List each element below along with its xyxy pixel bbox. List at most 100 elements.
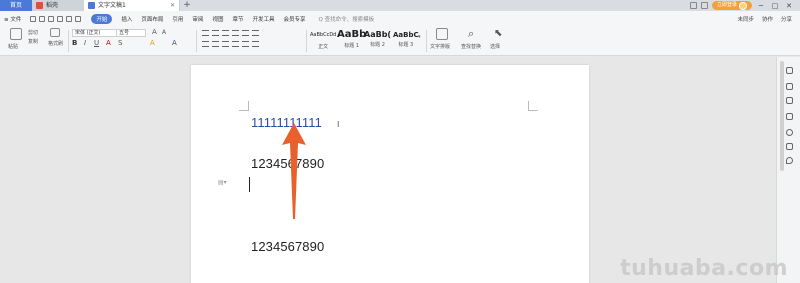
sidebar-format-icon[interactable] [786, 97, 793, 104]
login-label: 立即登录 [716, 2, 737, 8]
find-replace-button[interactable]: 查找替换 [461, 43, 481, 50]
tab-review[interactable]: 审阅 [192, 15, 203, 23]
sidebar-style-icon[interactable] [786, 67, 793, 74]
maximize-icon[interactable]: □ [770, 2, 780, 10]
style-heading-2-sample: AaBb( [364, 30, 392, 39]
format-painter-label[interactable]: 格式刷 [48, 40, 63, 47]
undo-icon[interactable] [66, 15, 73, 22]
cut-button[interactable]: 剪切 [28, 29, 38, 36]
style-heading-2[interactable]: AaBb( 标题 2 [364, 29, 391, 48]
sidebar-location-icon[interactable] [786, 157, 793, 164]
sync-status[interactable]: 未同步 [737, 15, 754, 23]
command-search[interactable]: Q 查找命令、搜索模板 [319, 15, 375, 23]
underline-button[interactable]: U [94, 39, 99, 47]
style-heading-1-label: 标题 1 [344, 43, 360, 49]
text-layout-button[interactable]: 文字排版 [430, 43, 450, 50]
tab-daoke[interactable]: 稻壳 [32, 0, 84, 11]
close-window-icon[interactable]: ✕ [784, 2, 794, 10]
tab-home[interactable]: 首页 [0, 0, 32, 11]
collaborate-button[interactable]: 协作 [762, 15, 773, 23]
document-canvas[interactable]: 11111111111 I 1234567890 ▤▾ 1234567890 [0, 57, 776, 283]
close-icon[interactable]: ✕ [170, 0, 175, 11]
daoke-icon [36, 2, 43, 9]
highlight-icon[interactable]: A [150, 39, 155, 47]
sidebar-shape-icon[interactable] [786, 113, 793, 120]
style-normal-sample: AaBbCcDd [310, 32, 337, 38]
doc-line-3[interactable]: 1234567890 [251, 239, 324, 254]
format-painter-icon[interactable] [50, 28, 60, 37]
paragraph-tools-bottom [202, 41, 259, 47]
find-icon[interactable]: ⌕ [468, 27, 474, 41]
style-heading-3[interactable]: AaBbC 标题 3 [393, 29, 419, 48]
tab-view[interactable]: 视图 [212, 15, 223, 23]
annotation-arrow-icon [282, 123, 306, 219]
tab-page-layout[interactable]: 页面布局 [141, 15, 163, 23]
vertical-scrollbar[interactable] [780, 61, 784, 171]
sort-icon[interactable] [242, 30, 249, 36]
shading-icon[interactable] [252, 41, 259, 47]
tab-document[interactable]: 文字文稿1 ✕ [84, 0, 180, 11]
align-center-icon[interactable] [212, 41, 219, 47]
outdent-icon[interactable] [222, 30, 229, 36]
strikethrough-icon[interactable]: S [118, 39, 122, 47]
style-heading-3-sample: AaBbC [393, 31, 419, 39]
tab-member[interactable]: 会员专享 [283, 15, 305, 23]
share-button[interactable]: 分享 [781, 15, 792, 23]
new-tab-button[interactable]: + [180, 0, 194, 11]
watermark: tuhuaba.com [620, 256, 788, 281]
redo-icon[interactable] [75, 15, 82, 22]
document-page[interactable]: 11111111111 I 1234567890 ▤▾ 1234567890 [191, 65, 589, 283]
style-heading-1-sample: AaBb [337, 29, 367, 40]
text-layout-icon[interactable] [436, 28, 448, 40]
styles-more-icon[interactable]: ▾ [418, 34, 421, 40]
numbering-icon[interactable] [212, 30, 219, 36]
paragraph-tools-top [202, 30, 259, 36]
show-marks-icon[interactable] [252, 30, 259, 36]
align-left-icon[interactable] [202, 41, 209, 47]
tab-insert[interactable]: 插入 [121, 15, 132, 23]
indent-icon[interactable] [232, 30, 239, 36]
style-heading-1[interactable]: AaBb 标题 1 [337, 29, 366, 49]
select-button[interactable]: 选择 [490, 43, 500, 50]
minimize-icon[interactable]: ─ [756, 2, 766, 10]
grow-font-icon[interactable]: A [152, 28, 157, 36]
export-pdf-icon[interactable] [39, 15, 46, 22]
tab-document-label: 文字文稿1 [98, 2, 126, 9]
divider [68, 30, 69, 52]
bold-button[interactable]: B [72, 39, 77, 47]
tab-start[interactable]: 开始 [91, 13, 113, 24]
font-size-select[interactable]: 五号 [116, 29, 146, 37]
copy-button[interactable]: 复制 [28, 38, 38, 45]
align-right-icon[interactable] [222, 41, 229, 47]
style-normal[interactable]: AaBbCcDd 正文 [310, 29, 336, 50]
mouse-ibeam-icon: I [337, 120, 340, 129]
menu-file[interactable]: ≡ 文件 [4, 15, 21, 23]
print-preview-icon[interactable] [57, 15, 64, 22]
bullets-icon[interactable] [202, 30, 209, 36]
tab-bar: 首页 稻壳 文字文稿1 ✕ + 立即登录 ─ □ ✕ [0, 0, 800, 11]
font-color-icon[interactable]: A [106, 39, 111, 47]
login-button[interactable]: 立即登录 [711, 1, 752, 10]
sidebar-backup-icon[interactable] [786, 143, 793, 150]
tab-developer[interactable]: 开发工具 [252, 15, 274, 23]
tab-references[interactable]: 引用 [172, 15, 183, 23]
writer-doc-icon [88, 2, 95, 9]
divider [196, 30, 197, 52]
shrink-font-icon[interactable]: A [162, 29, 166, 36]
grid-icon[interactable] [700, 2, 708, 9]
select-cursor-icon[interactable]: ⬉ [494, 28, 502, 39]
line-spacing-icon[interactable] [242, 41, 249, 47]
save-icon[interactable] [30, 15, 37, 22]
titlebar-right: 立即登录 ─ □ ✕ [689, 0, 800, 11]
paragraph-handle-icon[interactable]: ▤▾ [218, 179, 227, 186]
print-icon[interactable] [48, 15, 55, 22]
paste-icon[interactable] [10, 28, 22, 40]
tab-chapter[interactable]: 章节 [232, 15, 243, 23]
italic-button[interactable]: I [84, 39, 86, 47]
sidebar-help-icon[interactable] [786, 129, 793, 136]
justify-icon[interactable] [232, 41, 239, 47]
right-sidebar [776, 57, 800, 283]
window-layout-icon[interactable] [689, 2, 697, 9]
text-color-icon[interactable]: A [172, 39, 177, 47]
sidebar-edit-icon[interactable] [786, 83, 793, 90]
